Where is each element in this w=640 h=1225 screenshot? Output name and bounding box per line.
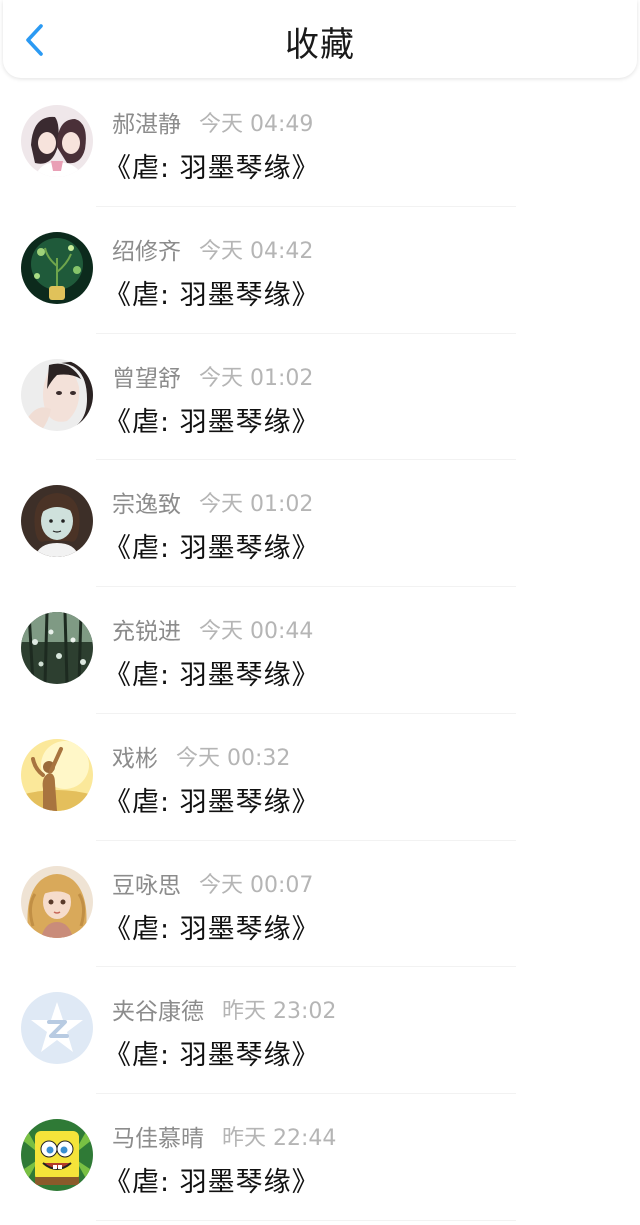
timestamp: 昨天 22:44: [222, 1126, 337, 1151]
timestamp: 今天 00:44: [199, 619, 314, 644]
list-item[interactable]: 绍修齐 今天 04:42 《虐: 羽墨琴缘》: [0, 207, 640, 334]
avatar[interactable]: [21, 1119, 93, 1191]
timestamp: 昨天 23:02: [222, 999, 337, 1025]
anime-couple-avatar-icon: [21, 105, 93, 177]
user-name: 戏彬: [112, 745, 158, 772]
avatar[interactable]: [21, 865, 93, 938]
list-item[interactable]: 郝湛静 今天 04:49 《虐: 羽墨琴缘》: [0, 80, 640, 207]
user-name: 充锐进: [112, 619, 181, 645]
crystal-tree-avatar-icon: [21, 612, 93, 684]
user-name: 绍修齐: [112, 238, 181, 265]
user-name: 宗逸致: [112, 492, 181, 519]
cartoon-woman-avatar-icon: [21, 485, 93, 558]
book-title[interactable]: 《虐: 羽墨琴缘》: [104, 907, 320, 946]
timestamp: 今天 00:32: [176, 745, 291, 771]
favorites-list: 郝湛静 今天 04:49 《虐: 羽墨琴缘》 绍修齐 今天 04:42 《虐:: [0, 80, 640, 1221]
book-title[interactable]: 《虐: 羽墨琴缘》: [104, 1033, 320, 1072]
timestamp: 今天 04:42: [199, 238, 314, 264]
navigation-bar: 收藏: [3, 0, 637, 78]
list-item[interactable]: 戏彬 今天 00:32 《虐: 羽墨琴缘》: [0, 714, 640, 841]
avatar[interactable]: [21, 485, 93, 558]
page-title: 收藏: [285, 25, 355, 65]
avatar[interactable]: [21, 738, 93, 811]
user-name: 豆咏思: [112, 872, 181, 899]
user-name: 曾望舒: [112, 365, 181, 392]
book-title[interactable]: 《虐: 羽墨琴缘》: [104, 526, 320, 565]
timestamp: 今天 01:02: [199, 492, 314, 518]
user-name: 马佳慕晴: [112, 1126, 204, 1152]
divider: [96, 1219, 516, 1221]
book-title[interactable]: 《虐: 羽墨琴缘》: [104, 146, 320, 185]
list-item[interactable]: 曾望舒 今天 01:02 《虐: 羽墨琴缘》: [0, 334, 640, 461]
timestamp: 今天 01:02: [199, 365, 314, 391]
blonde-girl-avatar-icon: [21, 865, 93, 938]
book-title[interactable]: 《虐: 羽墨琴缘》: [104, 780, 320, 819]
avatar[interactable]: [21, 992, 93, 1065]
timestamp: 今天 04:49: [199, 112, 314, 137]
avatar[interactable]: [21, 612, 93, 684]
user-name: 夹谷康德: [112, 999, 204, 1026]
book-title[interactable]: 《虐: 羽墨琴缘》: [104, 400, 320, 439]
book-title[interactable]: 《虐: 羽墨琴缘》: [104, 1160, 320, 1199]
list-item[interactable]: 马佳慕晴 昨天 22:44 《虐: 羽墨琴缘》: [0, 1094, 640, 1221]
green-plant-avatar-icon: [21, 231, 93, 304]
girl-portrait-avatar-icon: [21, 358, 93, 431]
default-z-avatar-icon: [21, 992, 93, 1065]
list-item[interactable]: 夹谷康德 昨天 23:02 《虐: 羽墨琴缘》: [0, 967, 640, 1094]
timestamp: 今天 00:07: [199, 872, 314, 898]
user-name: 郝湛静: [112, 112, 181, 138]
book-title[interactable]: 《虐: 羽墨琴缘》: [104, 273, 320, 312]
book-title[interactable]: 《虐: 羽墨琴缘》: [104, 653, 320, 692]
spongebob-avatar-icon: [21, 1119, 93, 1191]
list-item[interactable]: 豆咏思 今天 00:07 《虐: 羽墨琴缘》: [0, 841, 640, 968]
avatar[interactable]: [21, 105, 93, 177]
avatar[interactable]: [21, 231, 93, 304]
list-item[interactable]: 宗逸致 今天 01:02 《虐: 羽墨琴缘》: [0, 460, 640, 587]
list-item[interactable]: 充锐进 今天 00:44 《虐: 羽墨琴缘》: [0, 587, 640, 714]
sunset-silhouette-avatar-icon: [21, 738, 93, 811]
avatar[interactable]: [21, 358, 93, 431]
